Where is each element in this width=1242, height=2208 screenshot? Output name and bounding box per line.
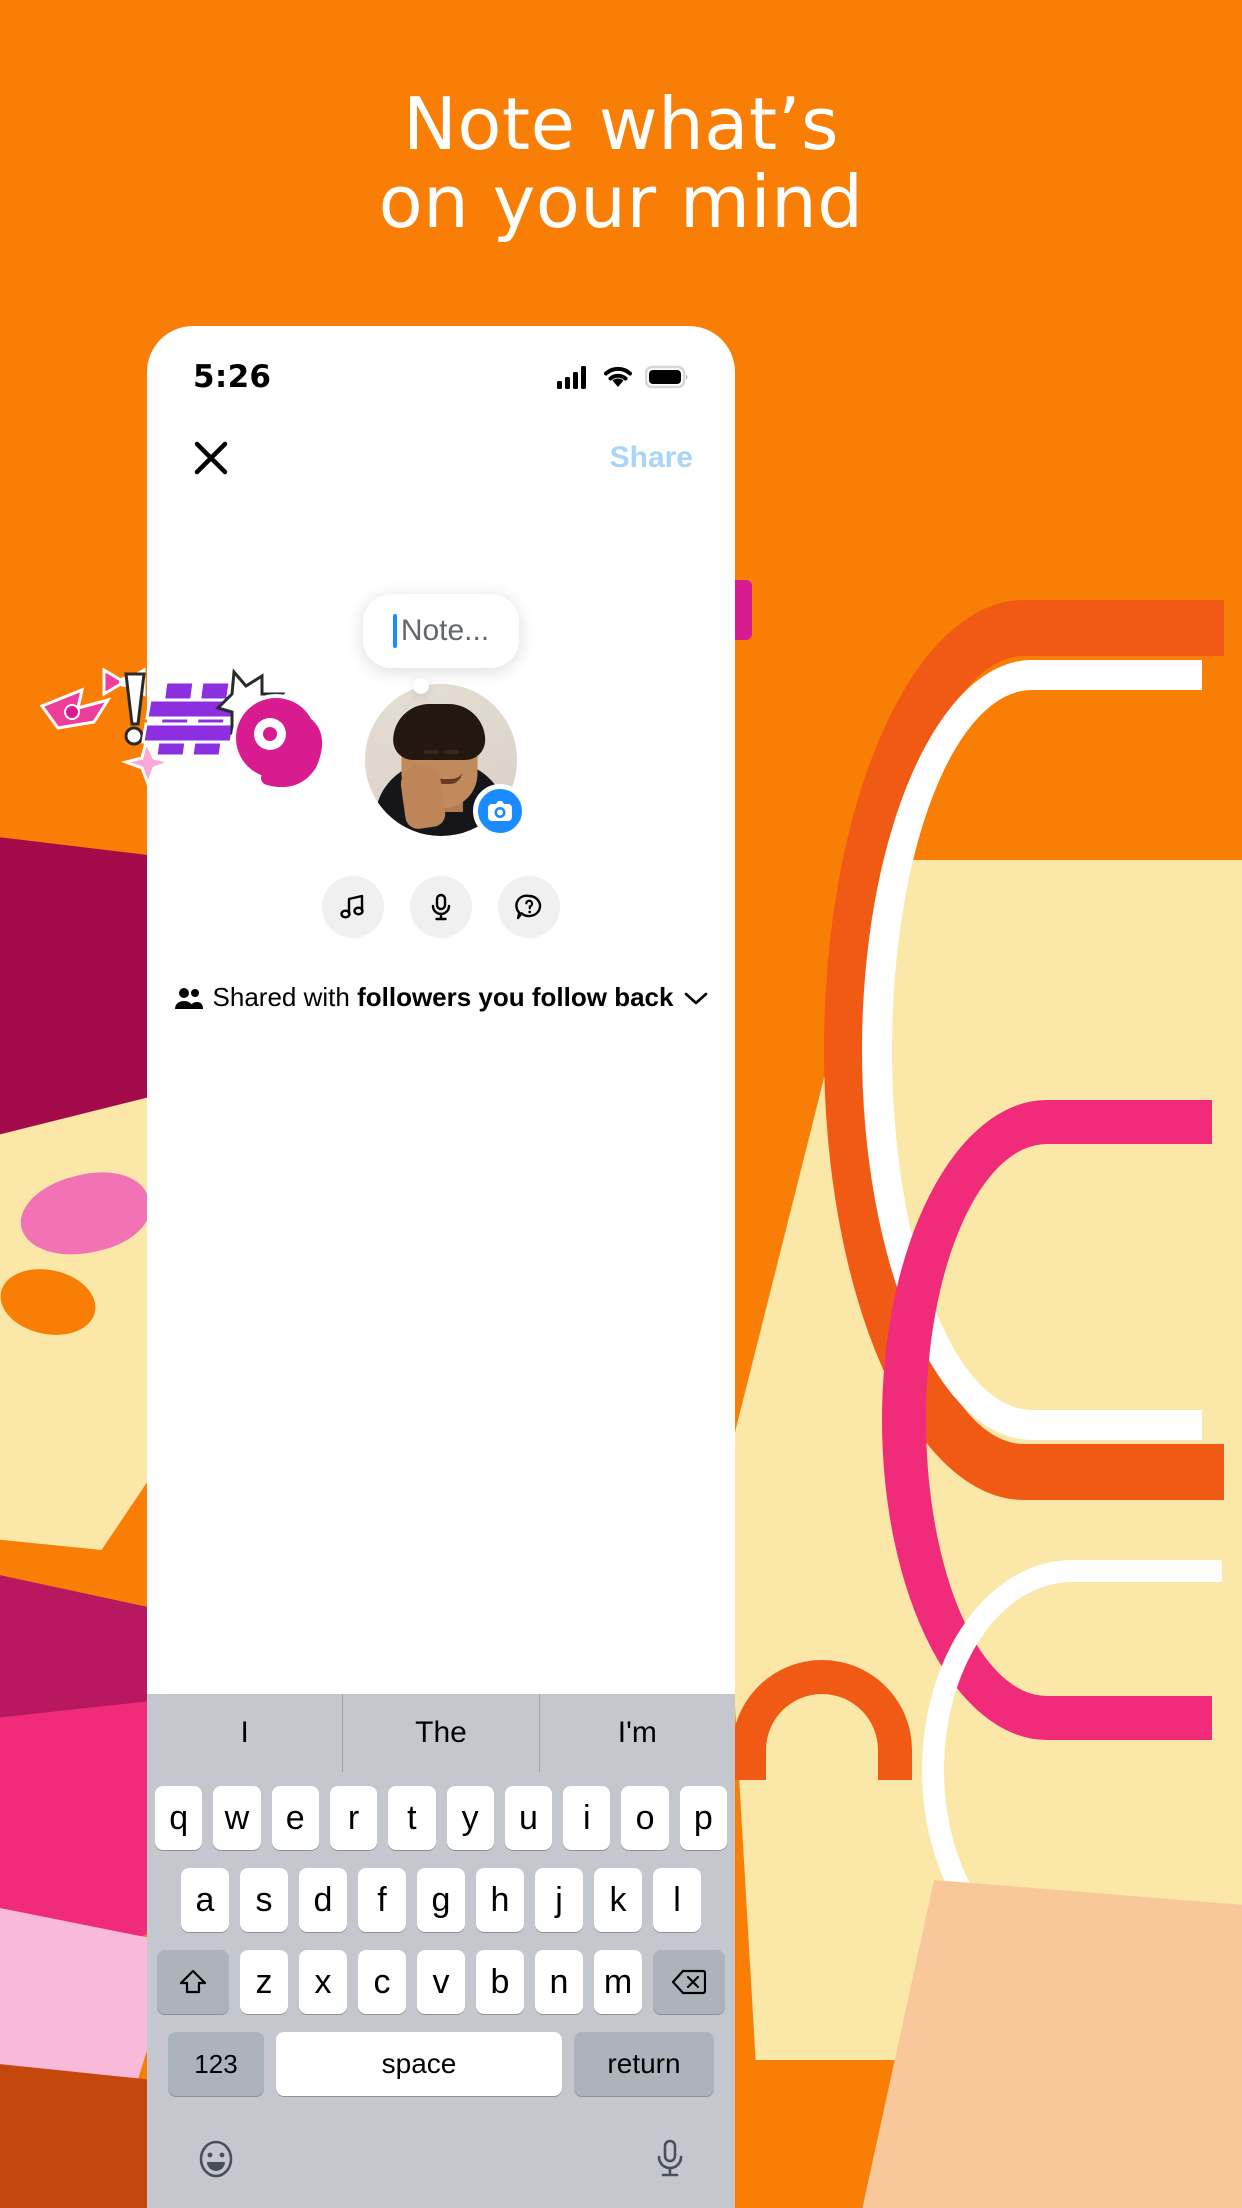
keyboard-row-3: z x c v b n m xyxy=(147,1950,735,2014)
keyboard-row-2: a s d f g h j k l xyxy=(147,1868,735,1932)
phone-mockup: 5:26 Share Note... Shared with followers… xyxy=(147,326,735,2208)
audience-value: followers you follow back xyxy=(357,982,674,1012)
sticker-hash xyxy=(141,680,240,758)
note-composer: Note... Shared with followers you follow… xyxy=(147,506,735,1166)
key-u[interactable]: u xyxy=(504,1786,553,1850)
prompt-question-icon xyxy=(515,894,542,920)
backspace-key[interactable] xyxy=(653,1950,725,2014)
text-cursor xyxy=(392,614,397,648)
key-i[interactable]: i xyxy=(563,1786,611,1850)
key-e[interactable]: e xyxy=(271,1786,319,1850)
key-n[interactable]: n xyxy=(535,1950,583,2014)
on-screen-keyboard: I The I'm q w e r t y u i o p a s d f g … xyxy=(147,1694,735,2208)
status-bar: 5:26 xyxy=(147,326,735,410)
microphone-icon xyxy=(431,893,451,921)
shift-key[interactable] xyxy=(157,1950,229,2014)
camera-badge-button[interactable] xyxy=(473,784,527,838)
chevron-down-icon xyxy=(685,992,708,1004)
key-a[interactable]: a xyxy=(181,1868,229,1932)
key-w[interactable]: w xyxy=(213,1786,261,1850)
key-q[interactable]: q xyxy=(155,1786,203,1850)
key-g[interactable]: g xyxy=(417,1868,465,1932)
autocorrect-suggestion-bar: I The I'm xyxy=(147,1694,735,1772)
key-h[interactable]: h xyxy=(476,1868,524,1932)
note-input-bubble[interactable]: Note... xyxy=(362,594,520,668)
backspace-icon xyxy=(672,1969,706,1995)
keyboard-row-1: q w e r t y u i o p xyxy=(147,1772,735,1850)
people-icon xyxy=(174,987,203,1009)
suggestion-0[interactable]: I xyxy=(147,1694,342,1772)
key-l[interactable]: l xyxy=(653,1868,701,1932)
headline-line-2: on your mind xyxy=(378,159,864,244)
avatar-container xyxy=(365,684,527,838)
key-j[interactable]: j xyxy=(535,1868,583,1932)
close-icon xyxy=(194,441,228,475)
page-headline: Note what’s on your mind xyxy=(0,82,1242,244)
battery-icon xyxy=(645,365,688,389)
prompt-button[interactable] xyxy=(498,876,560,938)
audience-label: Shared with followers you follow back xyxy=(213,982,674,1013)
key-z[interactable]: z xyxy=(240,1950,288,2014)
numbers-key[interactable]: 123 xyxy=(168,2032,264,2096)
voice-note-button[interactable] xyxy=(410,876,472,938)
key-b[interactable]: b xyxy=(476,1950,524,2014)
key-t[interactable]: t xyxy=(388,1786,436,1850)
key-k[interactable]: k xyxy=(594,1868,642,1932)
key-f[interactable]: f xyxy=(358,1868,406,1932)
music-icon xyxy=(340,894,364,919)
dictation-icon[interactable] xyxy=(653,2137,687,2181)
keyboard-row-4: 123 space return xyxy=(147,2032,735,2096)
key-o[interactable]: o xyxy=(621,1786,669,1850)
status-bar-icons xyxy=(557,365,689,389)
key-r[interactable]: r xyxy=(329,1786,378,1850)
key-p[interactable]: p xyxy=(679,1786,727,1850)
wifi-icon xyxy=(604,366,632,387)
suggestion-1[interactable]: The xyxy=(342,1694,538,1772)
sticker-at-symbol xyxy=(232,694,323,788)
camera-icon xyxy=(488,801,512,821)
sticker-exclamation xyxy=(124,672,146,746)
note-input-placeholder: Note... xyxy=(400,614,490,647)
bubble-tail-dot xyxy=(413,678,429,694)
composer-action-row xyxy=(322,876,560,938)
shift-icon xyxy=(179,1969,207,1994)
return-key[interactable]: return xyxy=(574,2032,714,2096)
sticker-pink-arrow xyxy=(39,687,112,730)
key-s[interactable]: s xyxy=(240,1868,288,1932)
emoji-icon[interactable] xyxy=(195,2138,237,2180)
share-button[interactable]: Share xyxy=(610,441,693,475)
key-x[interactable]: x xyxy=(299,1950,347,2014)
audience-selector[interactable]: Shared with followers you follow back xyxy=(173,982,710,1013)
headline-line-1: Note what’s xyxy=(402,82,840,166)
key-y[interactable]: y xyxy=(446,1786,494,1850)
music-button[interactable] xyxy=(322,876,384,938)
status-bar-time: 5:26 xyxy=(193,359,272,395)
suggestion-2[interactable]: I'm xyxy=(538,1694,735,1772)
key-c[interactable]: c xyxy=(358,1950,406,2014)
audience-prefix: Shared with xyxy=(212,982,350,1012)
composer-top-nav: Share xyxy=(147,410,735,506)
space-key[interactable]: space xyxy=(276,2032,562,2096)
key-d[interactable]: d xyxy=(299,1868,347,1932)
keyboard-bottom-bar xyxy=(147,2110,735,2208)
cellular-signal-icon xyxy=(557,366,586,389)
close-button[interactable] xyxy=(189,436,233,480)
decorative-sticker-cluster xyxy=(38,660,348,800)
key-v[interactable]: v xyxy=(417,1950,465,2014)
key-m[interactable]: m xyxy=(594,1950,642,2014)
